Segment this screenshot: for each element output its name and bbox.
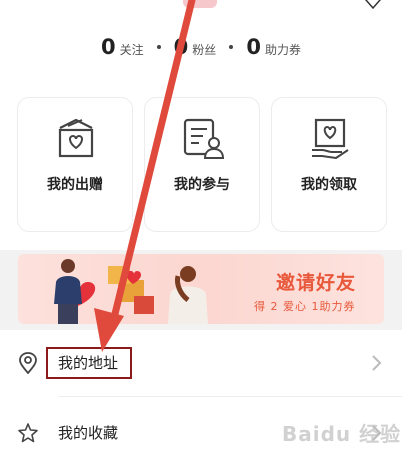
stat-following-label: 关注 <box>119 43 144 57</box>
highlight-box <box>46 347 132 379</box>
banner-title: 邀请好友 <box>276 272 357 294</box>
banner-subtitle: 得 2 爱心 1助力券 <box>254 300 356 313</box>
card-my-participation[interactable]: 我的参与 <box>144 97 260 232</box>
location-pin-icon <box>19 352 37 374</box>
activity-cards: 我的出赠 我的参与 我的领取 <box>0 78 402 250</box>
avatar[interactable] <box>183 0 217 8</box>
stats-bar: 0 关注 0 粉丝 0 助力券 <box>0 32 402 62</box>
participation-document-user-icon <box>183 118 225 159</box>
invite-illustration <box>54 259 208 324</box>
stat-fans-count: 0 <box>173 35 189 59</box>
separator-dot <box>156 45 161 49</box>
stat-coupons-label: 助力券 <box>264 43 301 57</box>
stat-coupons[interactable]: 0 助力券 <box>246 35 301 59</box>
separator-dot <box>229 45 234 49</box>
diamond-icon[interactable] <box>364 0 382 12</box>
card-my-participation-label: 我的参与 <box>174 177 230 193</box>
card-my-received-label: 我的领取 <box>301 177 357 193</box>
profile-header: 0 关注 0 粉丝 0 助力券 <box>0 0 402 78</box>
profile-page: 0 关注 0 粉丝 0 助力券 我的出赠 我的参与 我的领取 邀请好友 得 2 … <box>0 0 402 466</box>
card-my-gifts[interactable]: 我的出赠 <box>17 97 133 232</box>
stat-following-count: 0 <box>101 35 116 59</box>
stat-following[interactable]: 0 关注 <box>101 35 144 59</box>
stat-coupons-count: 0 <box>246 35 261 59</box>
stat-fans-label: 粉丝 <box>192 43 217 57</box>
receive-heart-hand-icon <box>312 118 349 159</box>
banner-section: 邀请好友 得 2 爱心 1助力券 <box>0 250 402 330</box>
gift-box-heart-icon <box>58 118 94 158</box>
card-my-received[interactable]: 我的领取 <box>271 97 387 232</box>
card-my-gifts-label: 我的出赠 <box>47 177 103 193</box>
chevron-right-icon <box>372 355 382 371</box>
invite-friends-banner[interactable]: 邀请好友 得 2 爱心 1助力券 <box>18 254 384 324</box>
stat-fans[interactable]: 0 粉丝 <box>174 35 217 59</box>
star-icon <box>18 423 38 443</box>
list-item-label: 我的收藏 <box>58 424 119 442</box>
divider <box>58 396 402 397</box>
watermark: Baidu 经验 <box>282 422 402 446</box>
